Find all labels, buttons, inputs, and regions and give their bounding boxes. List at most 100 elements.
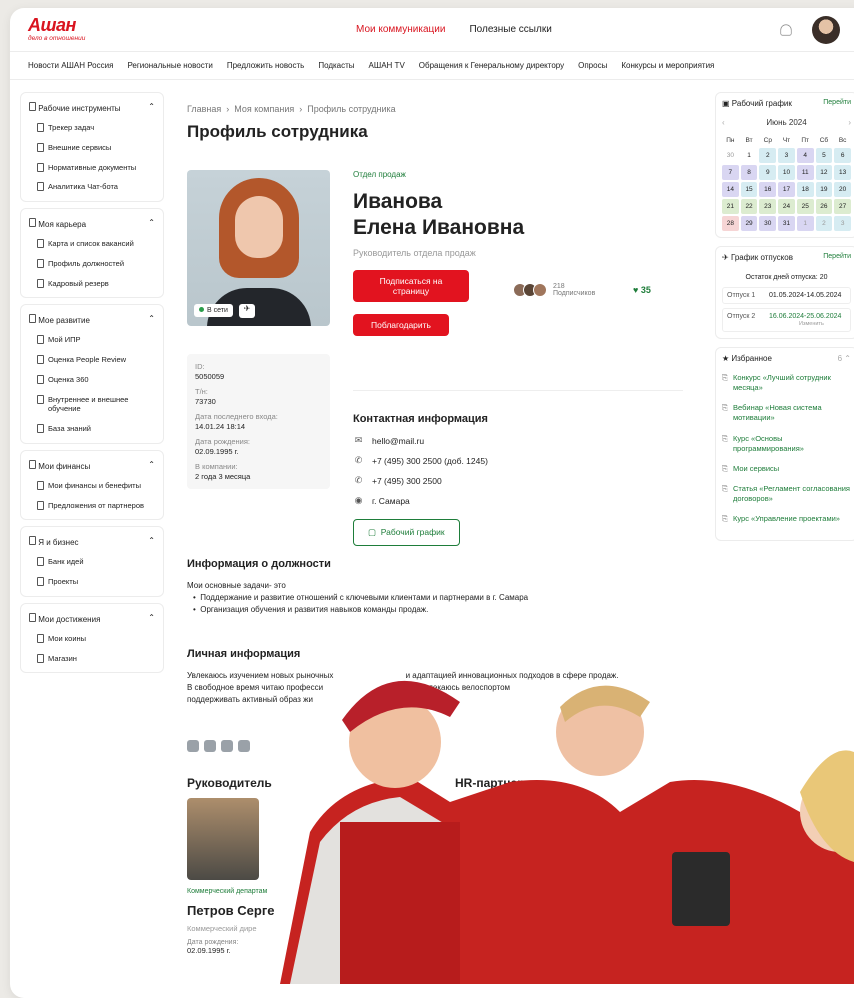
subnav-item[interactable]: Региональные новости bbox=[127, 61, 212, 70]
calendar-day[interactable]: 26 bbox=[815, 199, 833, 214]
calendar-day[interactable]: 1 bbox=[740, 148, 758, 163]
calendar-day[interactable]: 8 bbox=[740, 165, 758, 180]
likes[interactable]: ♥ 35 bbox=[633, 285, 651, 295]
sidebar-item[interactable]: Профиль должностей bbox=[21, 254, 163, 274]
calendar-day[interactable]: 5 bbox=[815, 148, 833, 163]
favorite-item[interactable]: ⎘ Курс «Основы программирования» bbox=[722, 434, 851, 454]
calendar-day[interactable]: 4 bbox=[796, 148, 814, 163]
calendar-day[interactable]: 30 bbox=[759, 216, 777, 231]
chevron-up-icon[interactable]: ⌃ bbox=[148, 460, 155, 471]
favorite-item[interactable]: ⎘ Курс «Управление проектами» bbox=[722, 514, 851, 524]
social-icon[interactable] bbox=[187, 740, 199, 752]
sidebar-item[interactable]: Кадровый резерв bbox=[21, 274, 163, 294]
chevron-up-icon[interactable]: ⌃ bbox=[148, 536, 155, 547]
email-row[interactable]: ✉ hello@mail.ru bbox=[353, 435, 683, 446]
sidebar-group-header[interactable]: Я и бизнес ⌃ bbox=[21, 531, 163, 552]
calendar-day[interactable]: 17 bbox=[778, 182, 795, 197]
telegram-icon[interactable] bbox=[204, 740, 216, 752]
sidebar-group-header[interactable]: Мои финансы ⌃ bbox=[21, 455, 163, 476]
prev-month-button[interactable]: ‹ bbox=[722, 118, 725, 127]
subnav-item[interactable]: Новости АШАН Россия bbox=[28, 61, 113, 70]
favorite-item[interactable]: ⎘ Мои сервисы bbox=[722, 464, 851, 474]
sidebar-item[interactable]: Внешние сервисы bbox=[21, 138, 163, 158]
sidebar-item[interactable]: Нормативные документы bbox=[21, 158, 163, 178]
chevron-up-icon[interactable]: ⌃ bbox=[148, 314, 155, 325]
subnav-item[interactable]: Конкурсы и мероприятия bbox=[621, 61, 714, 70]
subnav-item[interactable]: АШАН TV bbox=[369, 61, 405, 70]
subnav-item[interactable]: Подкасты bbox=[318, 61, 354, 70]
calendar-day[interactable]: 24 bbox=[778, 199, 795, 214]
sidebar-item[interactable]: Магазин bbox=[21, 649, 163, 669]
sidebar-item[interactable]: Оценка People Review bbox=[21, 350, 163, 370]
calendar-day[interactable]: 23 bbox=[759, 199, 777, 214]
calendar-day[interactable]: 18 bbox=[796, 182, 814, 197]
calendar-day[interactable]: 3 bbox=[834, 216, 851, 231]
calendar-day[interactable]: 15 bbox=[740, 182, 758, 197]
favorite-item[interactable]: ⎘ Конкурс «Лучший сотрудник месяца» bbox=[722, 373, 851, 393]
nav-my-communications[interactable]: Мои коммуникации bbox=[356, 24, 445, 35]
chevron-up-icon[interactable]: ⌃ bbox=[844, 354, 851, 363]
sidebar-group-header[interactable]: Рабочие инструменты ⌃ bbox=[21, 97, 163, 118]
calendar-day[interactable]: 31 bbox=[778, 216, 795, 231]
manager-name[interactable]: Петров Серге bbox=[187, 903, 274, 918]
calendar-day[interactable]: 20 bbox=[834, 182, 851, 197]
calendar-day[interactable]: 27 bbox=[834, 199, 851, 214]
calendar-day[interactable]: 12 bbox=[815, 165, 833, 180]
sidebar-item[interactable]: Аналитика Чат-бота bbox=[21, 177, 163, 197]
calendar-day[interactable]: 16 bbox=[759, 182, 777, 197]
sidebar-item[interactable]: База знаний bbox=[21, 419, 163, 439]
calendar-day[interactable]: 10 bbox=[778, 165, 795, 180]
calendar-day[interactable]: 14 bbox=[722, 182, 739, 197]
calendar-day[interactable]: 7 bbox=[722, 165, 739, 180]
subnav-item[interactable]: Предложить новость bbox=[227, 61, 304, 70]
thank-button[interactable]: Поблагодарить bbox=[353, 313, 449, 336]
calendar-day[interactable]: 11 bbox=[796, 165, 814, 180]
avatar[interactable] bbox=[812, 15, 840, 44]
sidebar-group-header[interactable]: Мое развитие ⌃ bbox=[21, 309, 163, 330]
subnav-item[interactable]: Опросы bbox=[578, 61, 607, 70]
calendar-day[interactable]: 22 bbox=[740, 199, 758, 214]
subscribe-button[interactable]: Подписаться на страницу bbox=[353, 269, 469, 302]
social-icon[interactable] bbox=[221, 740, 233, 752]
schedule-link[interactable]: Перейти bbox=[823, 99, 851, 108]
social-icon[interactable] bbox=[238, 740, 250, 752]
sidebar-item[interactable]: Мои коины bbox=[21, 629, 163, 649]
calendar-day[interactable]: 2 bbox=[759, 148, 777, 163]
auchan-logo[interactable]: Ашан дело в отношении bbox=[28, 16, 148, 43]
sidebar-group-header[interactable]: Мои достижения ⌃ bbox=[21, 608, 163, 629]
chevron-up-icon[interactable]: ⌃ bbox=[148, 218, 155, 229]
phone-row[interactable]: ✆ +7 (495) 300 2500 (доб. 1245) bbox=[353, 455, 683, 466]
sidebar-item[interactable]: Мой ИПР bbox=[21, 330, 163, 350]
favorite-item[interactable]: ⎘ Вебинар «Новая система мотивации» bbox=[722, 403, 851, 423]
phone-row[interactable]: ✆ +7 (495) 300 2500 bbox=[353, 475, 683, 486]
sidebar-item[interactable]: Предложения от партнеров bbox=[21, 496, 163, 516]
edit-link[interactable]: Изменить bbox=[799, 321, 824, 327]
sidebar-item[interactable]: Банк идей bbox=[21, 552, 163, 572]
chevron-up-icon[interactable]: ⌃ bbox=[148, 613, 155, 624]
calendar-day[interactable]: 21 bbox=[722, 199, 739, 214]
nav-useful-links[interactable]: Полезные ссылки bbox=[469, 24, 551, 35]
subnav-item[interactable]: Обращения к Генеральному директору bbox=[419, 61, 564, 70]
chevron-up-icon[interactable]: ⌃ bbox=[148, 102, 155, 113]
schedule-button[interactable]: ▢ Рабочий график bbox=[353, 519, 460, 546]
calendar-day[interactable]: 9 bbox=[759, 165, 777, 180]
calendar-day[interactable]: 29 bbox=[740, 216, 758, 231]
favorite-item[interactable]: ⎘ Статья «Регламент согласования договоро… bbox=[722, 484, 851, 504]
sidebar-item[interactable]: Мои финансы и бенефиты bbox=[21, 476, 163, 496]
calendar-day[interactable]: 2 bbox=[815, 216, 833, 231]
sidebar-item[interactable]: Проекты bbox=[21, 572, 163, 592]
sidebar-item[interactable]: Оценка 360 bbox=[21, 370, 163, 390]
sidebar-group-header[interactable]: Моя карьера ⌃ bbox=[21, 213, 163, 234]
calendar-day[interactable]: 19 bbox=[815, 182, 833, 197]
sidebar-item[interactable]: Трекер задач bbox=[21, 118, 163, 138]
calendar-day[interactable]: 1 bbox=[796, 216, 814, 231]
next-month-button[interactable]: › bbox=[848, 118, 851, 127]
calendar-day[interactable]: 6 bbox=[834, 148, 851, 163]
vacation-link[interactable]: Перейти bbox=[823, 253, 851, 262]
manager-photo[interactable] bbox=[187, 798, 259, 880]
breadcrumb-item[interactable]: Моя компания bbox=[234, 104, 294, 114]
bell-icon[interactable] bbox=[780, 23, 792, 36]
calendar-day[interactable]: 28 bbox=[722, 216, 739, 231]
calendar-day[interactable]: 25 bbox=[796, 199, 814, 214]
calendar-day[interactable]: 30 bbox=[722, 148, 739, 163]
